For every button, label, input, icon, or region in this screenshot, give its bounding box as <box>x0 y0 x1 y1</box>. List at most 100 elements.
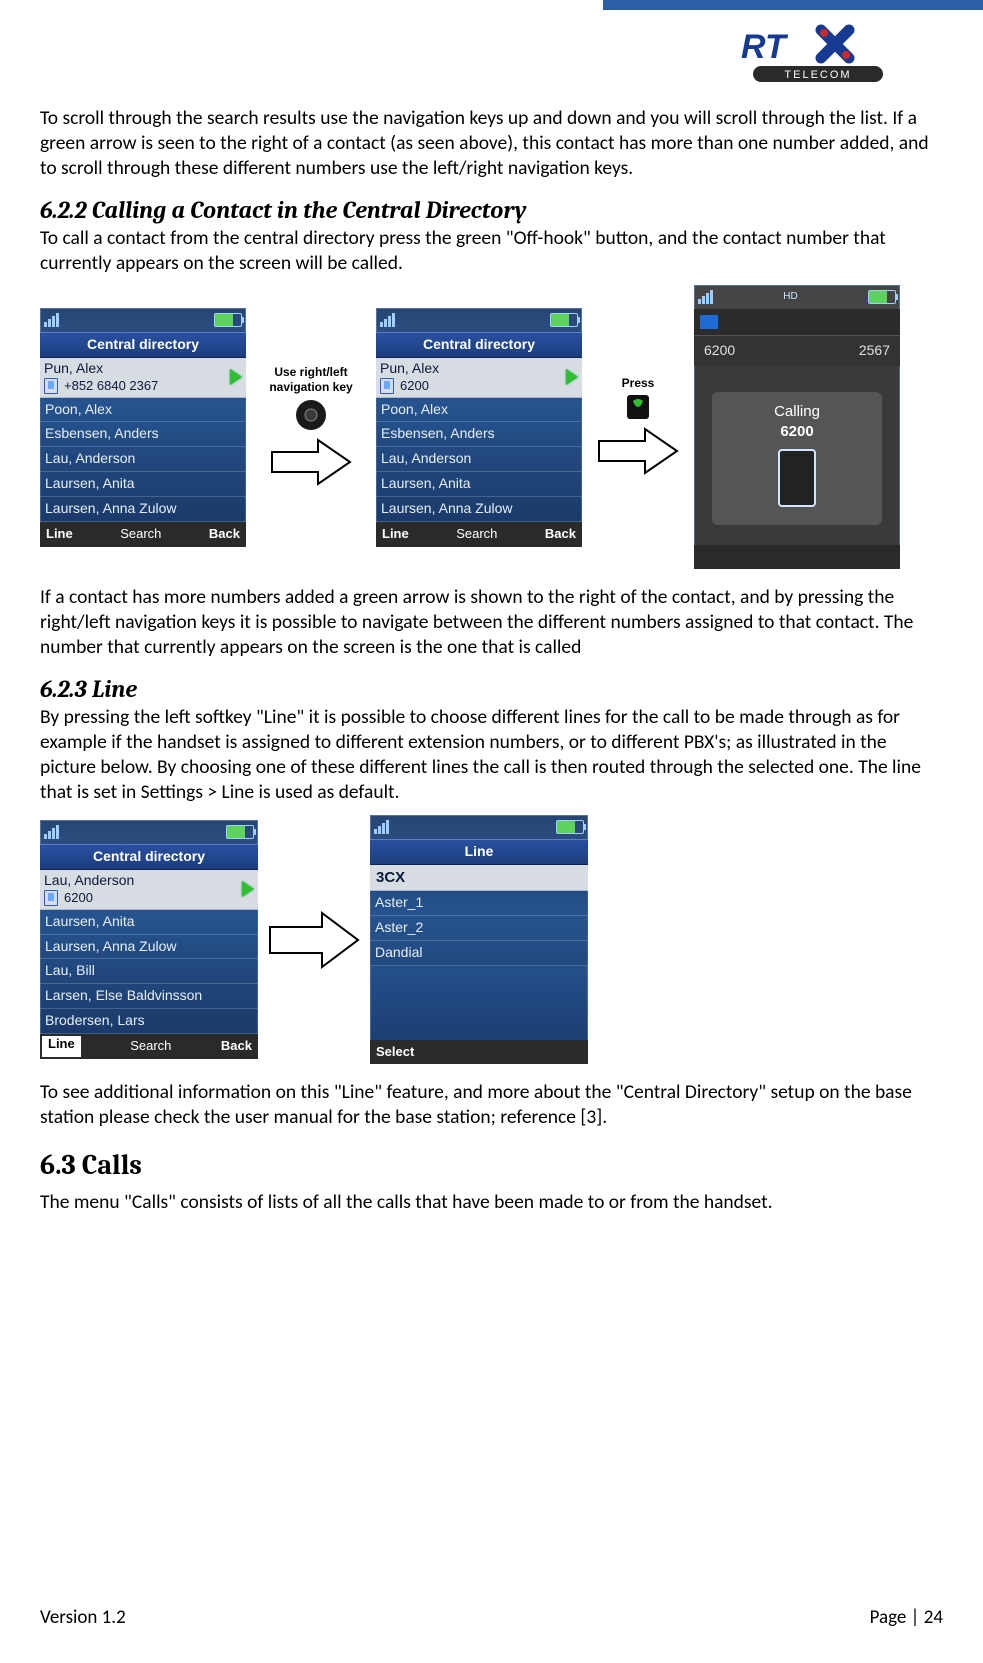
arrow-right-icon <box>595 423 681 479</box>
more-numbers-arrow-icon <box>242 881 254 897</box>
list-item[interactable]: Laursen, Anna Zulow <box>40 935 258 960</box>
list-item[interactable]: Larsen, Else Baldvinsson <box>40 984 258 1009</box>
page-number: Page | 24 <box>870 1606 943 1629</box>
svg-text:TELECOM: TELECOM <box>784 69 851 81</box>
list-item[interactable]: Aster_1 <box>370 891 588 916</box>
svg-text:RT: RT <box>741 28 789 66</box>
header-accent-bar <box>603 0 983 10</box>
softkey-line[interactable]: Line <box>42 1036 81 1057</box>
phone-title: Line <box>370 839 588 865</box>
phone-title: Central directory <box>40 332 246 358</box>
list-item[interactable]: Esbensen, Anders <box>40 422 246 447</box>
list-item[interactable]: Poon, Alex <box>40 398 246 423</box>
remote-number: 2567 <box>859 342 890 360</box>
softkey-back[interactable]: Back <box>209 526 240 543</box>
phone-title: Central directory <box>376 332 582 358</box>
softkey-search[interactable]: Search <box>120 526 161 543</box>
selected-contact[interactable]: Pun, Alex 6200 <box>376 358 582 398</box>
figure-row-calling: Central directory Pun, Alex +852 6840 23… <box>40 285 943 569</box>
softkey-select[interactable]: Select <box>376 1044 414 1061</box>
battery-icon <box>556 820 584 834</box>
number-bar: 6200 2567 <box>694 336 900 366</box>
hd-badge: HD <box>783 291 797 304</box>
flag-icon <box>700 315 718 329</box>
para-after-figure-2: To see additional information on this "L… <box>40 1080 943 1130</box>
softkey-bar: Select <box>370 1040 588 1065</box>
softkey-back[interactable]: Back <box>221 1038 252 1055</box>
annotation-press: Press <box>622 376 655 391</box>
contact-number: +852 6840 2367 <box>64 378 158 395</box>
phone-screen-directory-a: Central directory Pun, Alex +852 6840 23… <box>40 308 246 547</box>
list-item[interactable]: Laursen, Anna Zulow <box>376 497 582 522</box>
softkey-line[interactable]: Line <box>46 526 73 543</box>
list-item[interactable]: Lau, Anderson <box>376 447 582 472</box>
list-item[interactable]: Esbensen, Anders <box>376 422 582 447</box>
phone-screen-calling: HD 6200 2567 Calling 6200 <box>694 285 900 569</box>
intro-paragraph: To scroll through the search results use… <box>40 106 943 181</box>
signal-icon <box>44 313 59 327</box>
arrow-right-icon <box>268 434 354 490</box>
para-6-3: The menu "Calls" consists of lists of al… <box>40 1190 943 1215</box>
para-6-2-2: To call a contact from the central direc… <box>40 226 943 276</box>
figure-row-line: Central directory Lau, Anderson 6200 Lau… <box>40 815 943 1064</box>
softkey-bar: Line Search Back <box>40 1034 258 1059</box>
battery-icon <box>226 825 254 839</box>
toolbar <box>694 309 900 336</box>
contact-name: Lau, Anderson <box>44 872 134 890</box>
arrow-right-icon <box>264 905 364 975</box>
brand-logo: RT TELECOM <box>723 24 943 87</box>
version-label: Version 1.2 <box>40 1606 126 1629</box>
list-item[interactable]: Laursen, Anita <box>40 910 258 935</box>
calling-label: Calling <box>712 402 882 421</box>
page-footer: Version 1.2 Page | 24 <box>40 1606 943 1629</box>
signal-icon <box>374 820 389 834</box>
para-after-figure-1: If a contact has more numbers added a gr… <box>40 585 943 660</box>
list-item[interactable]: Lau, Bill <box>40 959 258 984</box>
heading-6-2-2: 6.2.2 Calling a Contact in the Central D… <box>40 195 943 226</box>
more-numbers-arrow-icon <box>230 369 242 385</box>
mobile-icon <box>380 378 394 394</box>
list-item[interactable]: Brodersen, Lars <box>40 1009 258 1034</box>
battery-icon <box>868 290 896 304</box>
softkey-search[interactable]: Search <box>130 1038 171 1055</box>
heading-6-2-3: 6.2.3 Line <box>40 674 943 705</box>
list-item[interactable]: Dandial <box>370 941 588 966</box>
phone-screen-directory-b: Central directory Pun, Alex 6200 Poon, A… <box>376 308 582 547</box>
contact-name: Pun, Alex <box>380 360 439 378</box>
list-item[interactable]: Aster_2 <box>370 916 588 941</box>
list-item[interactable]: Laursen, Anita <box>40 472 246 497</box>
battery-icon <box>214 313 242 327</box>
signal-icon <box>698 290 713 304</box>
list-item[interactable]: Laursen, Anita <box>376 472 582 497</box>
contact-name: Pun, Alex <box>44 360 158 378</box>
more-numbers-arrow-icon <box>566 369 578 385</box>
mobile-icon <box>44 890 58 906</box>
softkey-search[interactable]: Search <box>456 526 497 543</box>
softkey-bar: Line Search Back <box>376 522 582 547</box>
calling-number: 6200 <box>712 422 882 441</box>
phone-screen-line-select: Line 3CX Aster_1 Aster_2 Dandial Select <box>370 815 588 1064</box>
selected-line[interactable]: 3CX <box>370 865 588 891</box>
own-number: 6200 <box>704 342 735 360</box>
signal-icon <box>44 825 59 839</box>
selected-contact[interactable]: Pun, Alex +852 6840 2367 <box>40 358 246 398</box>
offhook-key-icon <box>625 393 651 421</box>
para-6-2-3: By pressing the left softkey "Line" it i… <box>40 705 943 805</box>
battery-icon <box>550 313 578 327</box>
selected-contact[interactable]: Lau, Anderson 6200 <box>40 870 258 910</box>
softkey-bar: Line Search Back <box>40 522 246 547</box>
list-item[interactable]: Lau, Anderson <box>40 447 246 472</box>
list-item[interactable]: Poon, Alex <box>376 398 582 423</box>
handset-icon <box>778 449 816 507</box>
list-item[interactable]: Laursen, Anna Zulow <box>40 497 246 522</box>
softkey-back[interactable]: Back <box>545 526 576 543</box>
contact-number: 6200 <box>64 890 93 907</box>
annotation-nav-key: Use right/left navigation key <box>269 365 352 396</box>
softkey-bar <box>694 545 900 570</box>
softkey-line[interactable]: Line <box>382 526 409 543</box>
heading-6-3: 6.3 Calls <box>40 1148 943 1184</box>
nav-key-icon <box>294 398 328 432</box>
phone-screen-directory-d: Central directory Lau, Anderson 6200 Lau… <box>40 820 258 1059</box>
phone-title: Central directory <box>40 844 258 870</box>
mobile-icon <box>44 378 58 394</box>
